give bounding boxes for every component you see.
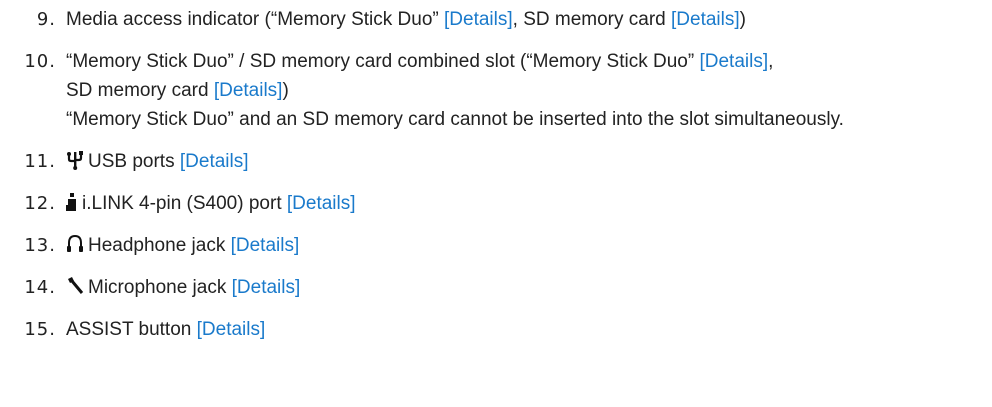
item-note: “Memory Stick Duo” and an SD memory card…: [66, 109, 844, 130]
details-link-memory-stick[interactable]: [Details]: [444, 9, 513, 30]
list-item-14: 14. Microphone jack [Details]: [0, 273, 992, 302]
usb-icon: [66, 150, 84, 170]
details-link-usb[interactable]: [Details]: [180, 151, 249, 172]
details-link-sd-card[interactable]: [Details]: [214, 80, 283, 101]
item-text: ): [282, 80, 289, 101]
ilink-icon: [66, 192, 78, 212]
item-line: SD memory card [Details]): [66, 76, 992, 105]
list-item-9: 9. Media access indicator (“Memory Stick…: [0, 5, 992, 34]
item-text: USB ports: [88, 151, 180, 172]
list-item-15: 15. ASSIST button [Details]: [0, 315, 992, 344]
list-item-11: 11. USB ports [Details]: [0, 147, 992, 176]
details-link-assist[interactable]: [Details]: [197, 319, 266, 340]
item-number: 11.: [24, 151, 56, 172]
item-text: i.LINK 4-pin (S400) port: [82, 193, 287, 214]
item-text: SD memory card: [66, 80, 214, 101]
item-number: 12.: [24, 193, 56, 214]
item-text: ASSIST button: [66, 319, 197, 340]
details-link-headphone[interactable]: [Details]: [231, 235, 300, 256]
headphone-icon: [66, 234, 84, 254]
item-number: 14.: [24, 277, 56, 298]
item-text: Headphone jack: [88, 235, 231, 256]
item-line: “Memory Stick Duo” / SD memory card comb…: [66, 47, 992, 76]
list-item-13: 13. Headphone jack [Details]: [0, 231, 992, 260]
item-number: 10.: [24, 51, 56, 72]
item-number: 9.: [36, 9, 56, 30]
item-text: ,: [768, 51, 774, 72]
item-text: ): [739, 9, 746, 30]
item-number: 15.: [24, 319, 56, 340]
parts-list: 9. Media access indicator (“Memory Stick…: [0, 0, 992, 344]
microphone-icon: [66, 276, 84, 296]
list-item-10: 10. “Memory Stick Duo” / SD memory card …: [0, 47, 992, 134]
details-link-microphone[interactable]: [Details]: [232, 277, 301, 298]
details-link-sd-card[interactable]: [Details]: [671, 9, 740, 30]
details-link-ilink[interactable]: [Details]: [287, 193, 356, 214]
list-item-12: 12. i.LINK 4-pin (S400) port [Details]: [0, 189, 992, 218]
item-number: 13.: [24, 235, 56, 256]
item-text: , SD memory card: [512, 9, 672, 30]
item-text: “Memory Stick Duo” / SD memory card comb…: [66, 51, 700, 72]
item-text: Microphone jack: [88, 277, 232, 298]
details-link-memory-stick[interactable]: [Details]: [699, 51, 768, 72]
item-text: Media access indicator (“Memory Stick Du…: [66, 9, 444, 30]
